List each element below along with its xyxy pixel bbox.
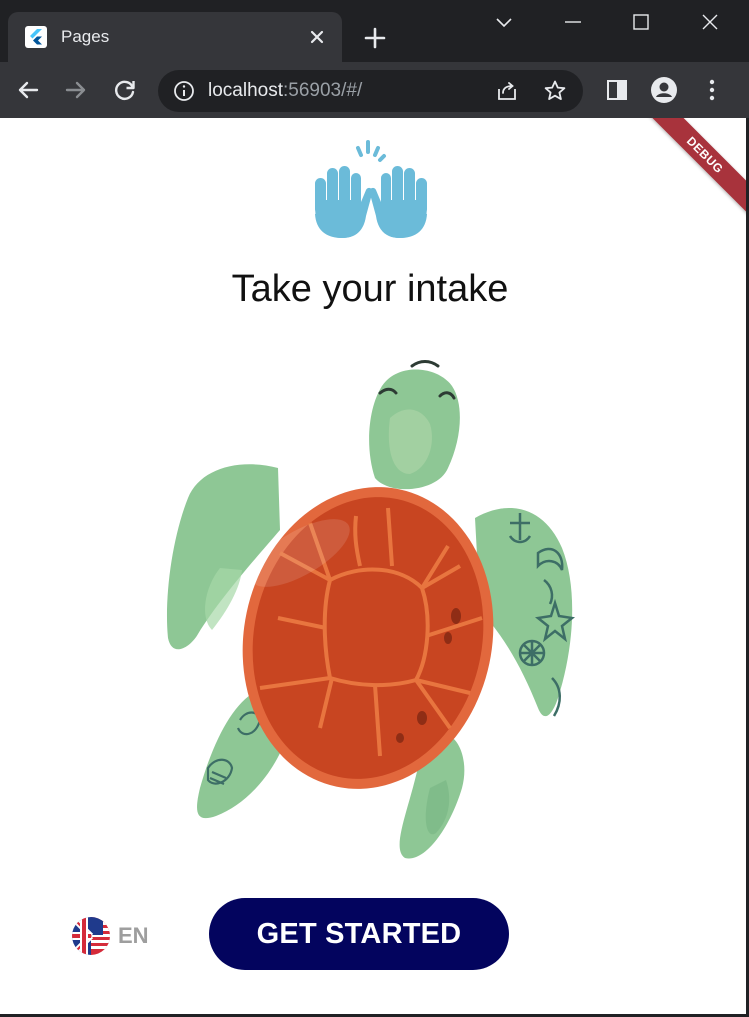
language-code: EN <box>118 923 149 948</box>
maximize-icon[interactable] <box>626 8 656 38</box>
new-tab-plus-icon[interactable] <box>361 24 389 52</box>
raised-hands-icon <box>315 140 427 238</box>
back-arrow-icon[interactable] <box>13 75 43 105</box>
url-host: localhost <box>208 80 283 101</box>
address-url: localhost:56903/#/ <box>208 80 362 102</box>
browser-toolbar: localhost:56903/#/ <box>0 62 749 118</box>
get-started-button[interactable]: GET STARTED <box>209 898 509 970</box>
reload-icon[interactable] <box>110 75 140 105</box>
side-panel-icon[interactable] <box>602 75 632 105</box>
browser-tab[interactable]: Pages <box>8 12 342 62</box>
bookmark-star-icon[interactable] <box>542 78 568 104</box>
debug-banner: DEBUG <box>637 118 746 223</box>
uk-us-flag-icon <box>72 917 110 955</box>
close-icon[interactable] <box>304 24 330 50</box>
tab-search-chevron-icon[interactable] <box>489 8 519 38</box>
sea-turtle-illustration <box>166 360 576 859</box>
window-close-icon[interactable] <box>695 8 725 38</box>
url-path: :56903/#/ <box>283 80 363 101</box>
language-selector[interactable]: EN <box>72 917 149 955</box>
forward-arrow-icon[interactable] <box>61 75 91 105</box>
tab-title: Pages <box>61 27 110 46</box>
more-menu-icon[interactable] <box>697 75 727 105</box>
flutter-favicon-icon <box>25 26 47 48</box>
site-info-icon[interactable] <box>172 79 196 103</box>
browser-title-bar: Pages <box>0 0 749 62</box>
address-bar[interactable]: localhost:56903/#/ <box>158 70 583 112</box>
app-viewport: DEBUG Take your intake EN GET STARTED <box>0 118 746 1014</box>
share-icon[interactable] <box>494 78 520 104</box>
page-title: Take your intake <box>231 268 509 310</box>
minimize-icon[interactable] <box>558 8 588 38</box>
profile-avatar-icon[interactable] <box>649 75 679 105</box>
